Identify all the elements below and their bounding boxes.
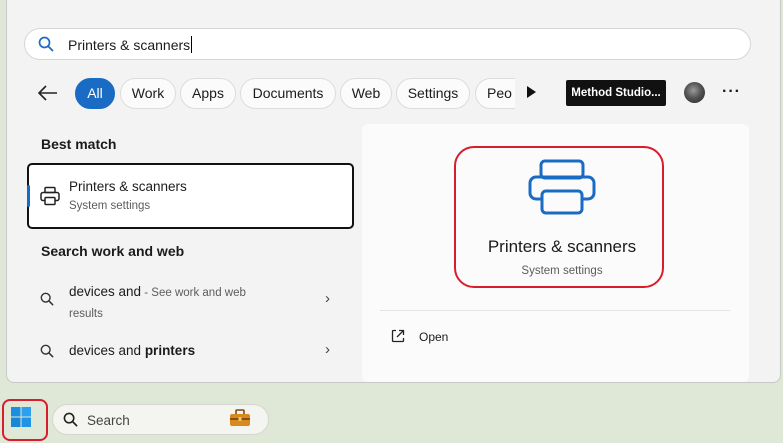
- printer-icon: [40, 186, 60, 206]
- web-result-devices-and-printers[interactable]: devices and printers ›: [27, 341, 354, 363]
- scroll-filters-right-icon[interactable]: [525, 85, 537, 99]
- search-icon: [38, 36, 54, 52]
- detail-subtitle: System settings: [521, 265, 603, 277]
- filter-people[interactable]: Peo: [475, 78, 515, 109]
- web-result-text: devices and printers: [69, 343, 196, 358]
- avatar[interactable]: [684, 82, 705, 103]
- best-match-subtitle: System settings: [69, 200, 151, 212]
- text-caret: [191, 36, 193, 53]
- search-box[interactable]: Printers & scanners: [24, 28, 751, 60]
- briefcase-icon[interactable]: [229, 409, 251, 427]
- open-label: Open: [419, 330, 449, 344]
- divider: [380, 310, 730, 311]
- filter-apps[interactable]: Apps: [180, 78, 236, 109]
- detail-title: Printers & scanners: [487, 237, 637, 256]
- taskbar-search-label: Search: [87, 413, 130, 428]
- chevron-right-icon: ›: [325, 290, 330, 307]
- selection-indicator: [27, 185, 30, 207]
- web-result-devices-and[interactable]: devices and - See work and web results ›: [27, 281, 354, 323]
- search-icon: [40, 292, 54, 306]
- open-action[interactable]: Open: [390, 328, 490, 348]
- back-arrow-icon[interactable]: [36, 82, 60, 104]
- filter-all[interactable]: All: [75, 78, 115, 109]
- org-account-button[interactable]: Method Studio...: [566, 80, 666, 106]
- filter-documents[interactable]: Documents: [240, 78, 336, 109]
- windows-logo-icon[interactable]: [10, 406, 32, 428]
- best-match-heading: Best match: [41, 136, 117, 152]
- open-external-icon: [391, 329, 405, 343]
- filter-settings[interactable]: Settings: [396, 78, 470, 109]
- more-options-icon[interactable]: ···: [722, 84, 741, 100]
- best-match-title: Printers & scanners: [69, 179, 187, 194]
- search-icon: [63, 412, 78, 427]
- best-match-item[interactable]: Printers & scanners System settings: [27, 163, 354, 229]
- web-result-text: devices and - See work and web results: [69, 284, 246, 320]
- printer-icon: [528, 159, 596, 215]
- web-section-heading: Search work and web: [41, 243, 185, 259]
- filter-work[interactable]: Work: [120, 78, 176, 109]
- search-input[interactable]: Printers & scanners: [68, 36, 193, 53]
- filter-web[interactable]: Web: [340, 78, 392, 109]
- search-icon: [40, 344, 54, 358]
- chevron-right-icon: ›: [325, 341, 330, 358]
